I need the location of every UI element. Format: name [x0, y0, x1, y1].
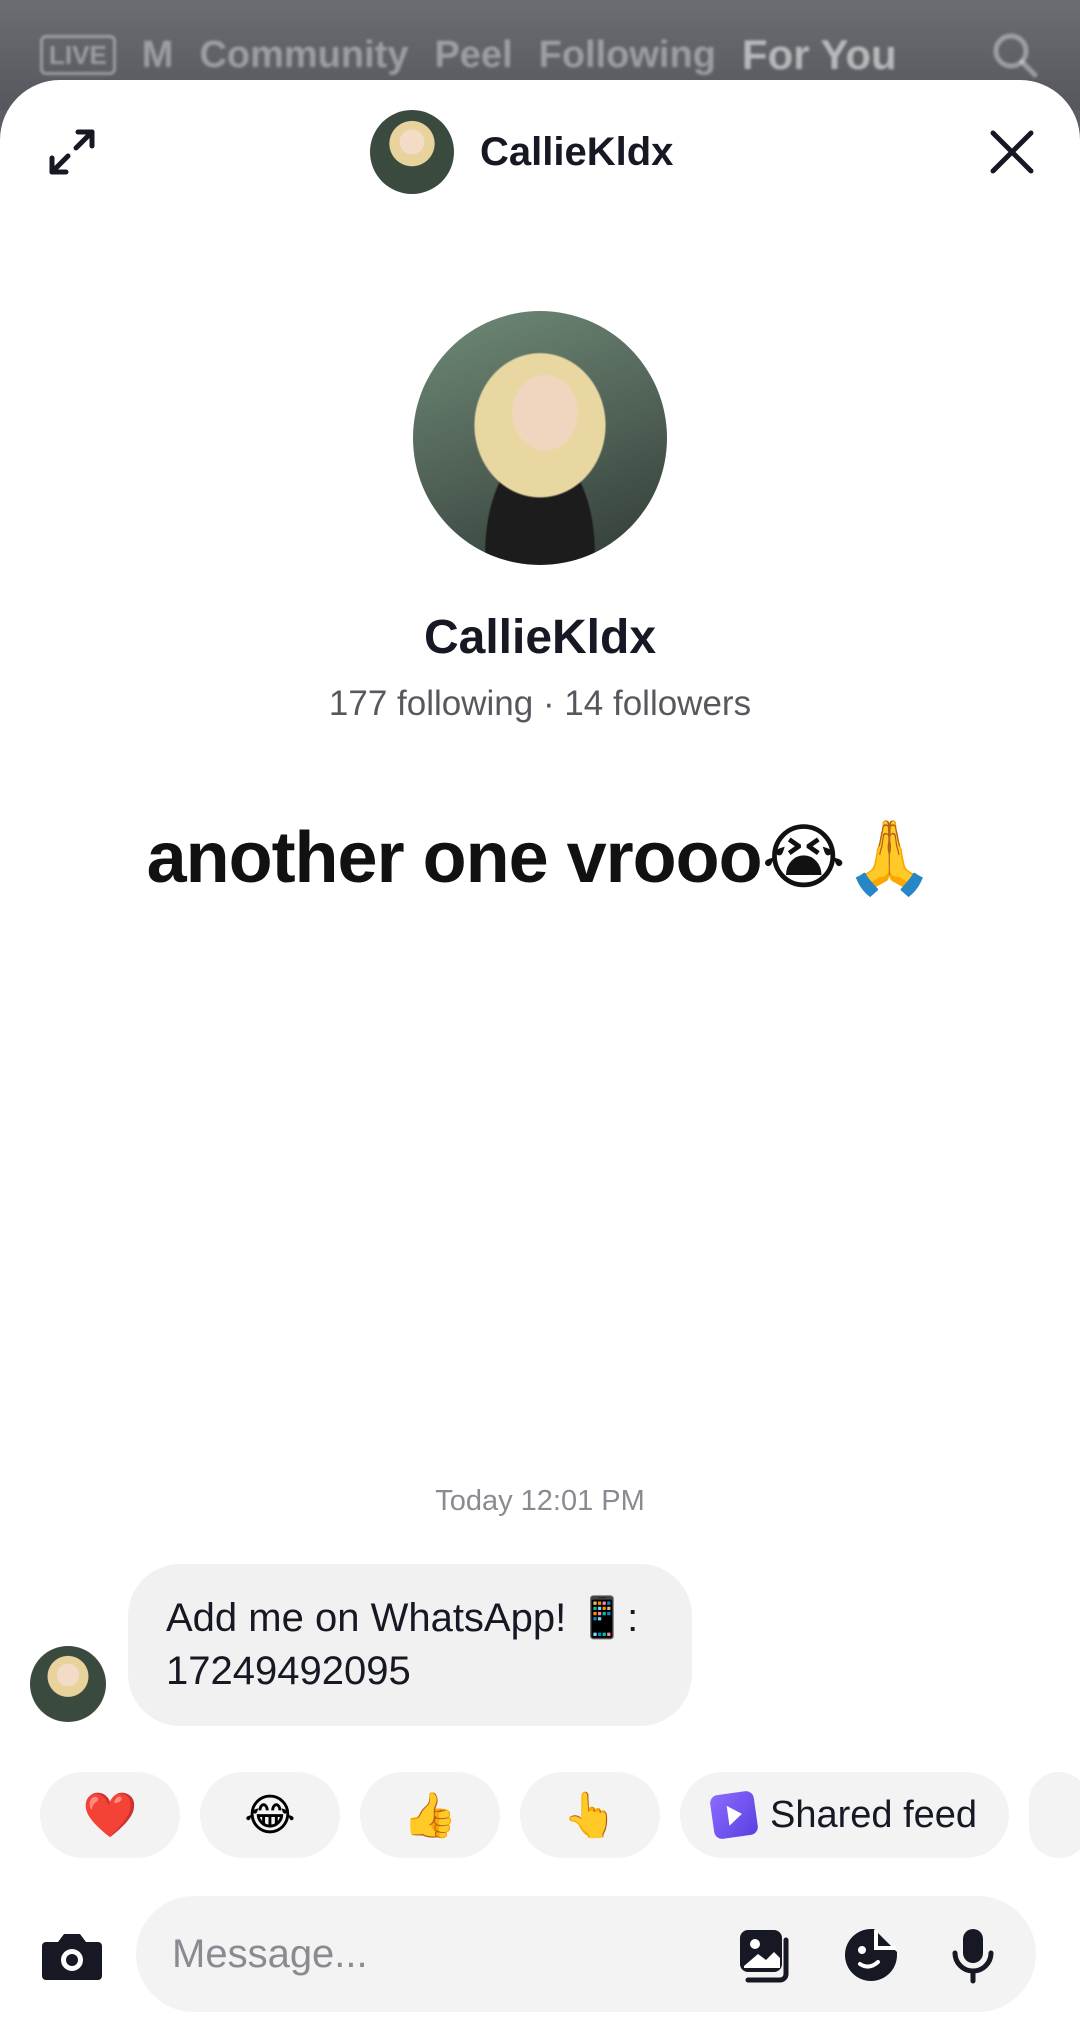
header-user[interactable]: CallieKldx: [370, 110, 673, 194]
reaction-more[interactable]: [1029, 1772, 1080, 1858]
reaction-thumbs-up[interactable]: 👍: [360, 1772, 500, 1858]
chat-sheet: CallieKldx CallieKldx 177 following · 14…: [0, 80, 1080, 2024]
quick-reactions: ❤️ 😂 👍 👆 Shared feed: [40, 1772, 1080, 1858]
profile-name[interactable]: CallieKldx: [0, 610, 1080, 665]
message-input-container[interactable]: [136, 1896, 1036, 2012]
live-tab: LIVE: [40, 35, 116, 75]
search-icon: [993, 33, 1038, 78]
profile-caption: another one vrooo😭🙏: [146, 818, 935, 898]
avatar[interactable]: [370, 110, 454, 194]
gallery-icon[interactable]: [736, 1926, 794, 1984]
peel-tab: Peel: [434, 33, 513, 76]
for-you-tab: For You: [741, 31, 897, 78]
chat-header: CallieKldx: [0, 80, 1080, 230]
header-username[interactable]: CallieKldx: [480, 130, 673, 175]
message-composer: [0, 1888, 1080, 2012]
camera-icon[interactable]: [40, 1928, 104, 1982]
shared-feed-button[interactable]: Shared feed: [680, 1772, 1010, 1858]
message-bubble[interactable]: Add me on WhatsApp! 📱: 17249492095: [128, 1564, 692, 1726]
message-timestamp: Today 12:01 PM: [435, 1485, 645, 1517]
message-avatar[interactable]: [30, 1646, 106, 1722]
shared-feed-icon: [709, 1790, 759, 1840]
reaction-point-up[interactable]: 👆: [520, 1772, 660, 1858]
message-text-line-1: Add me on WhatsApp! 📱:: [166, 1596, 639, 1640]
reaction-laugh[interactable]: 😂: [200, 1772, 340, 1858]
profile-avatar[interactable]: [413, 311, 667, 565]
close-icon[interactable]: [988, 128, 1036, 176]
sticker-icon[interactable]: [842, 1926, 900, 1984]
community-tab: Community: [199, 33, 409, 76]
expand-icon[interactable]: [44, 124, 100, 180]
microphone-icon[interactable]: [944, 1926, 1002, 1984]
profile-stats: 177 following · 14 followers: [328, 684, 752, 723]
m-tab: M: [141, 33, 174, 76]
reaction-heart[interactable]: ❤️: [40, 1772, 180, 1858]
following-tab: Following: [538, 33, 716, 76]
message-text-line-2: 17249492095: [166, 1649, 411, 1693]
message-input[interactable]: [170, 1930, 694, 1978]
shared-feed-label: Shared feed: [770, 1793, 978, 1836]
